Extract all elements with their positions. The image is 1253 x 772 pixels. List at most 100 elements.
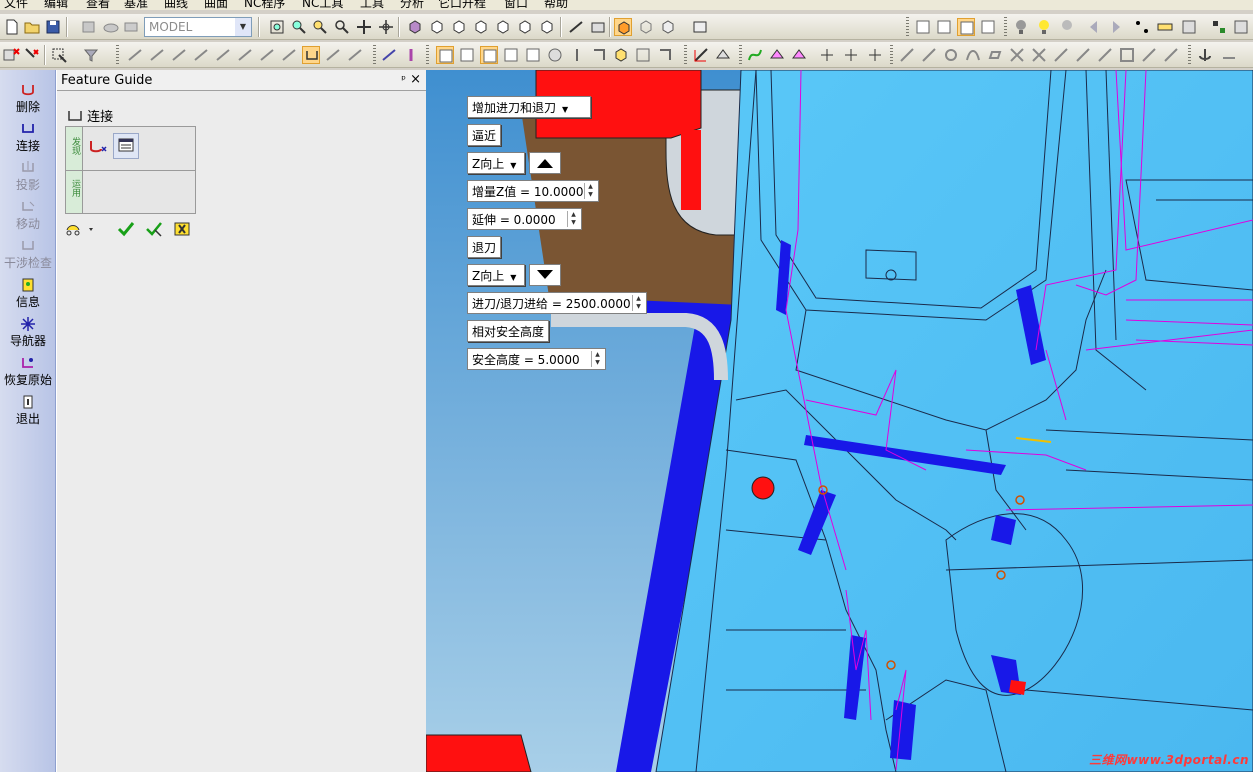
tree-tool-icon[interactable]	[656, 46, 674, 64]
measure-icon[interactable]	[567, 18, 585, 36]
add-lead-dropdown[interactable]: 增加进刀和退刀 ▼	[467, 96, 591, 118]
command-connect[interactable]: 连接	[0, 119, 56, 157]
save-icon[interactable]	[44, 18, 62, 36]
menu-item[interactable]: 曲面	[204, 0, 228, 10]
menu-item[interactable]: 查看	[86, 0, 110, 10]
arc-tool-icon[interactable]	[964, 46, 982, 64]
info-circle-icon[interactable]	[546, 46, 564, 64]
graphics-viewport[interactable]: 增加进刀和退刀 ▼ 逼近 Z向上 ▼ 增量Z值 = 10.0000 ▲ ▼ 延伸 = 0…	[426, 70, 1253, 772]
select-mode-icon[interactable]	[50, 46, 68, 64]
axis-icon[interactable]	[818, 46, 836, 64]
view-front-icon[interactable]	[428, 18, 446, 36]
op-8-icon[interactable]	[280, 46, 298, 64]
render-icon[interactable]	[589, 18, 607, 36]
forward-arrow-icon[interactable]	[1107, 18, 1125, 36]
approach-direction-dropdown[interactable]: Z向上 ▼	[467, 152, 525, 174]
op-2-icon[interactable]	[148, 46, 166, 64]
line-tool-icon[interactable]	[898, 46, 916, 64]
approach-button[interactable]: 逼近	[467, 124, 502, 146]
surface-icon[interactable]	[768, 46, 786, 64]
pick-icon[interactable]	[22, 46, 40, 64]
op-5-icon[interactable]	[214, 46, 232, 64]
op-connect-icon[interactable]	[302, 46, 320, 64]
magnifier-icon[interactable]	[333, 18, 351, 36]
options-icon[interactable]	[65, 220, 95, 241]
view-left-icon[interactable]	[472, 18, 490, 36]
surface2-icon[interactable]	[790, 46, 808, 64]
shaded-mode-icon[interactable]	[614, 18, 632, 36]
retract-direction-dropdown[interactable]: Z向上 ▼	[467, 264, 525, 286]
sheet-c-icon[interactable]	[979, 18, 997, 36]
doc-icon[interactable]	[502, 46, 520, 64]
cloud-icon[interactable]	[102, 18, 120, 36]
menu-item[interactable]: 窗口	[504, 0, 528, 10]
zoom-out-icon[interactable]	[311, 18, 329, 36]
close-icon[interactable]: ×	[410, 72, 421, 87]
op-3-icon[interactable]	[170, 46, 188, 64]
layers-icon[interactable]	[80, 18, 98, 36]
filter-icon[interactable]	[82, 46, 100, 64]
settings-icon[interactable]	[1180, 18, 1198, 36]
open-folder-icon[interactable]	[23, 18, 41, 36]
table-icon[interactable]	[480, 46, 498, 64]
shade-icon[interactable]	[122, 18, 140, 36]
ruler-icon[interactable]	[1156, 18, 1174, 36]
zoom-window-icon[interactable]	[268, 18, 286, 36]
branch-icon[interactable]	[590, 46, 608, 64]
tool-icon[interactable]	[402, 46, 420, 64]
panel-toggle-icon[interactable]	[436, 46, 454, 64]
chain-tool-icon[interactable]	[1096, 46, 1114, 64]
cube-tool-icon[interactable]	[612, 46, 630, 64]
menu-item[interactable]: NC程序	[244, 0, 285, 10]
increment-z-field[interactable]: 增量Z值 = 10.0000 ▲ ▼	[467, 180, 599, 202]
sheet-active-icon[interactable]	[957, 18, 975, 36]
pin-tool-icon[interactable]	[568, 46, 586, 64]
op-4-icon[interactable]	[192, 46, 210, 64]
op-1-icon[interactable]	[126, 46, 144, 64]
command-delete[interactable]: 删除	[0, 80, 56, 118]
hidden-line-icon[interactable]	[659, 18, 677, 36]
lead-feed-field[interactable]: 进刀/退刀进给 = 2500.0000 ▲ ▼	[467, 292, 647, 314]
view-back-icon[interactable]	[450, 18, 468, 36]
menu-item[interactable]: 分析	[400, 0, 424, 10]
plane-icon[interactable]	[714, 46, 732, 64]
command-restore[interactable]: 恢复原始	[0, 353, 56, 391]
view-iso-icon[interactable]	[406, 18, 424, 36]
back-arrow-icon[interactable]	[1085, 18, 1103, 36]
form-tool-icon[interactable]	[113, 133, 139, 159]
menu-item[interactable]: 帮助	[544, 0, 568, 10]
op-10-icon[interactable]	[324, 46, 342, 64]
model-combo[interactable]: MODEL ▼	[144, 17, 252, 37]
pan-icon[interactable]	[355, 18, 373, 36]
relative-safe-height-button[interactable]: 相对安全高度	[467, 320, 550, 342]
sheet-a-icon[interactable]	[914, 18, 932, 36]
op-6-icon[interactable]	[236, 46, 254, 64]
command-interference[interactable]: 干涉检查	[0, 236, 56, 274]
extra-tool-icon[interactable]	[1220, 46, 1238, 64]
view-bottom-icon[interactable]	[538, 18, 556, 36]
axis3-icon[interactable]	[866, 46, 884, 64]
view-top-icon[interactable]	[516, 18, 534, 36]
op-7-icon[interactable]	[258, 46, 276, 64]
hierarchy-icon[interactable]	[1210, 18, 1228, 36]
retract-button[interactable]: 退刀	[467, 236, 502, 258]
approach-up-arrow-icon[interactable]	[529, 152, 561, 174]
anchor-icon[interactable]	[1196, 46, 1214, 64]
curve-icon[interactable]	[746, 46, 764, 64]
command-move[interactable]: 移动	[0, 197, 56, 235]
help-icon[interactable]	[524, 46, 542, 64]
sheet-b-icon[interactable]	[935, 18, 953, 36]
select-delete-icon[interactable]	[2, 46, 20, 64]
wireframe-mode-icon[interactable]	[637, 18, 655, 36]
line2-tool-icon[interactable]	[920, 46, 938, 64]
command-project[interactable]: 投影	[0, 158, 56, 196]
menu-item[interactable]: 基准	[124, 0, 148, 10]
menu-item[interactable]: 曲线	[164, 0, 188, 10]
trim2-tool-icon[interactable]	[1030, 46, 1048, 64]
command-navigator[interactable]: 导航器	[0, 314, 56, 352]
cancel-icon[interactable]	[173, 220, 191, 241]
list-icon[interactable]	[458, 46, 476, 64]
box-tool-icon[interactable]	[1118, 46, 1136, 64]
menu-item[interactable]: NC工具	[302, 0, 343, 10]
display-settings-icon[interactable]	[691, 18, 709, 36]
